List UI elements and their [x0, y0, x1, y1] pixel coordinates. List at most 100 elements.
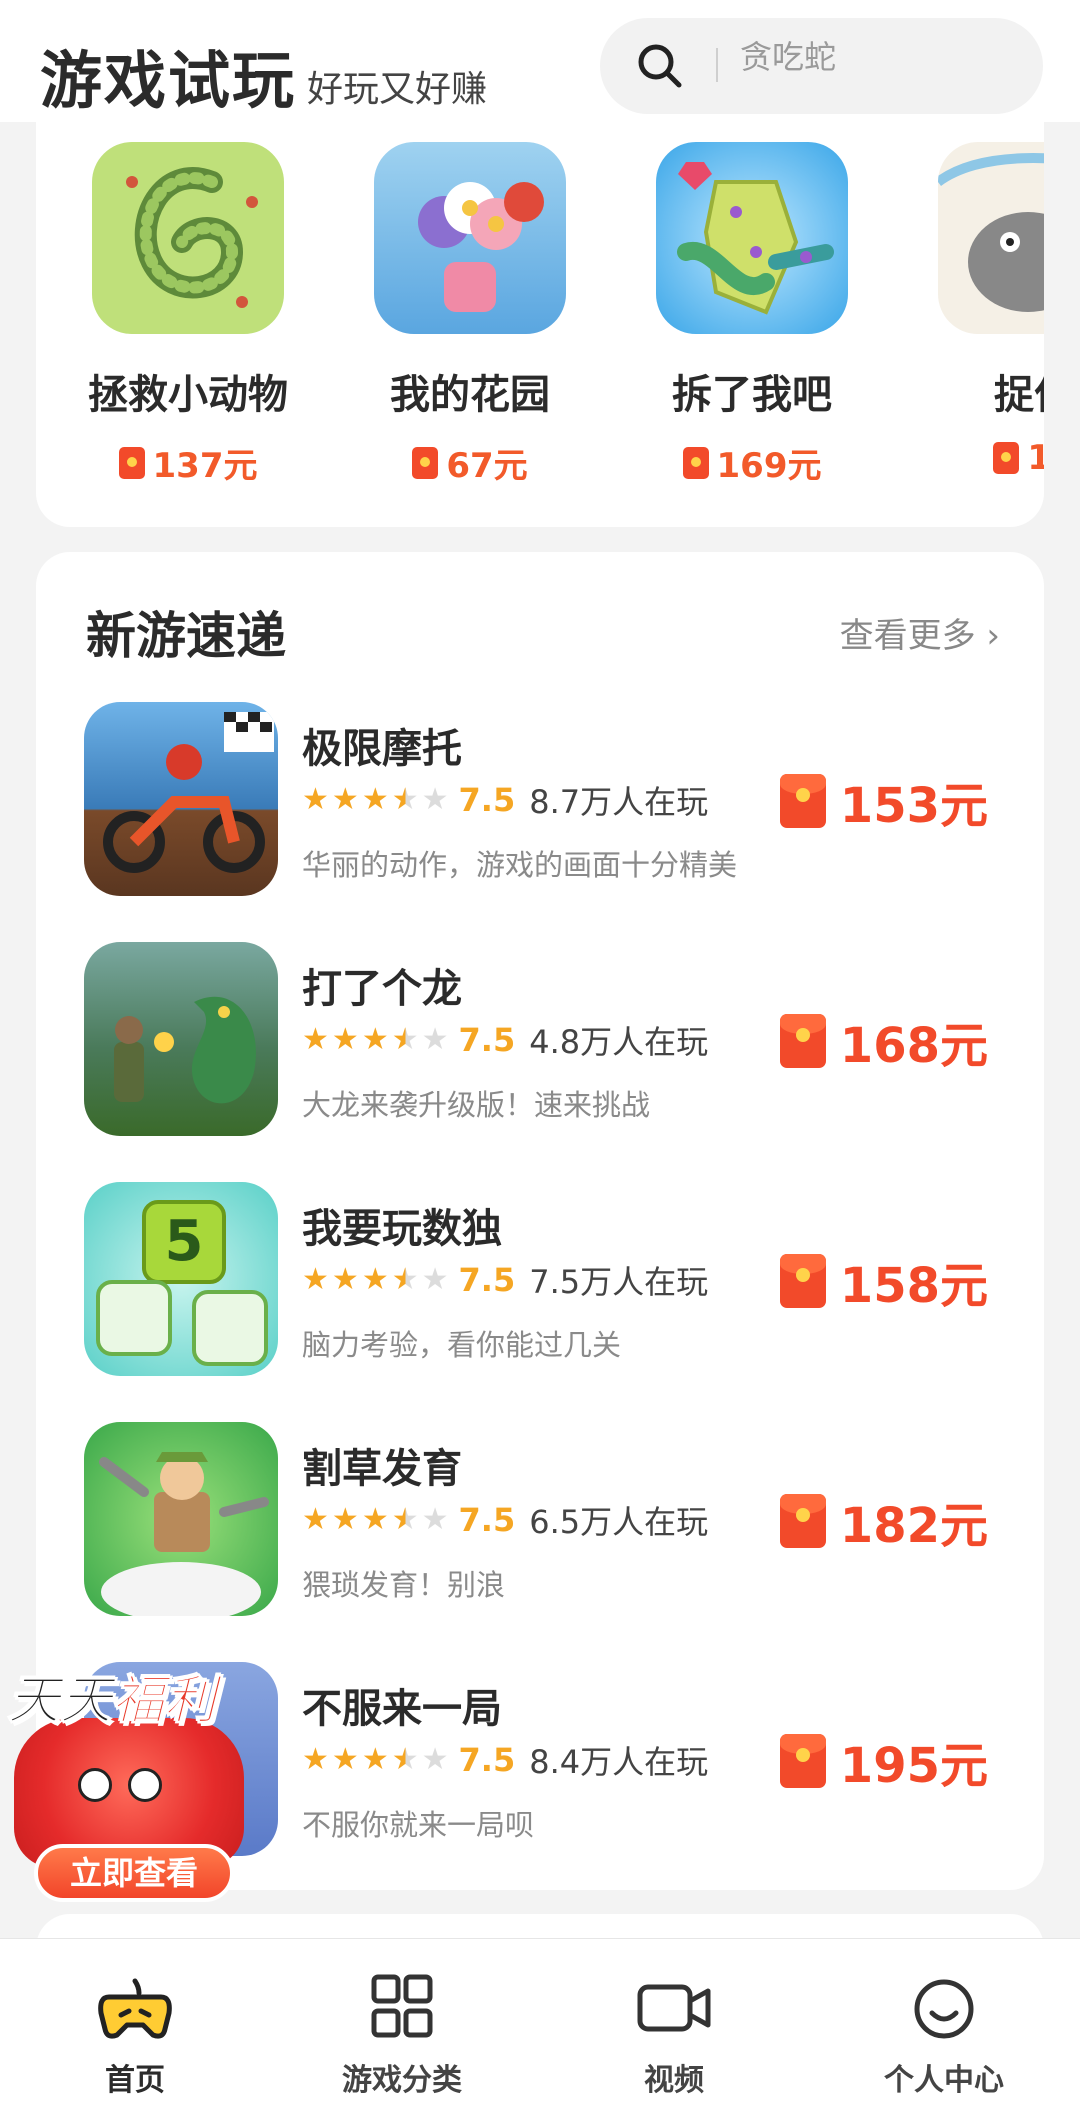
game-name: 我要玩数独 [302, 1206, 502, 1252]
featured-carousel[interactable]: 拯救小动物 137元 我的花园 67元 拆了我吧 169元 捉 1 [36, 122, 1044, 527]
game-score: 7.5 [458, 1501, 516, 1539]
search-placeholder: 贪吃蛇 [740, 38, 837, 76]
search-icon [638, 44, 682, 88]
mower-icon [84, 1422, 278, 1616]
nav-label: 游戏分类 [342, 2063, 462, 2098]
red-envelope-icon [993, 442, 1020, 474]
game-row[interactable]: 5 我要玩数独 ★ ★ ★ ★ ★ 7.5 7.5万人在玩 脑力考验，看你能过几关 15… [84, 1182, 996, 1378]
reward-amount: 153元 [839, 778, 988, 834]
game-row[interactable]: 极限摩托 ★ ★ ★ ★ ★ 7.5 8.7万人在玩 华丽的动作，游戏的画面十分精美 1… [84, 702, 996, 898]
game-meta: ★ ★ ★ ★ ★ 7.5 8.4万人在玩 [302, 1740, 709, 1781]
game-description: 不服你就来一局呗 [302, 1808, 535, 1842]
reward-button[interactable]: 158元 [779, 1246, 988, 1316]
game-score: 7.5 [458, 1741, 516, 1779]
svg-text:5: 5 [165, 1209, 204, 1274]
gamepad-icon [98, 1978, 172, 2039]
nav-label: 首页 [105, 2063, 165, 2098]
see-more-link[interactable]: 查看更多 › [840, 608, 1000, 657]
featured-item[interactable]: 拯救小动物 137元 [88, 142, 288, 487]
featured-name: 拯救小动物 [88, 372, 288, 418]
reward-amount: 195元 [839, 1738, 988, 1794]
game-name: 不服来一局 [302, 1686, 502, 1732]
daily-welfare-promo[interactable]: 天天福利 立即查看 [7, 1658, 248, 1908]
reward-button[interactable]: 182元 [779, 1486, 988, 1556]
view-now-button[interactable]: 立即查看 [34, 1844, 234, 1902]
game-row[interactable]: 割草发育 ★ ★ ★ ★ ★ 7.5 6.5万人在玩 猥琐发育！别浪 182元 [84, 1422, 996, 1618]
nav-categories[interactable]: 游戏分类 [302, 1973, 502, 2099]
smiley-icon [914, 1979, 974, 2039]
flower-icon [374, 142, 566, 334]
video-icon [637, 1984, 711, 2032]
red-envelope-icon [779, 1734, 826, 1788]
fish-icon [938, 142, 1044, 334]
section-title: 新游速递 [86, 607, 286, 665]
page-slogan: 好玩又好赚 [307, 69, 488, 110]
rating-stars: ★ ★ ★ ★ ★ [302, 1262, 449, 1297]
mascot-eye-icon [128, 1768, 162, 1802]
grid-icon [371, 1974, 433, 2038]
featured-item[interactable]: 拆了我吧 169元 [652, 142, 852, 487]
nav-profile[interactable]: 个人中心 [844, 1973, 1044, 2099]
red-envelope-icon [779, 774, 826, 828]
player-count: 4.8万人在玩 [529, 1023, 709, 1061]
search-divider [716, 48, 718, 82]
chevron-right-icon: › [986, 616, 1000, 656]
game-row[interactable]: 打了个龙 ★ ★ ★ ★ ★ 7.5 4.8万人在玩 大龙来袭升级版！速来挑战 168元 [84, 942, 996, 1138]
featured-name: 捉住 [994, 372, 1044, 418]
red-envelope-icon [779, 1014, 826, 1068]
featured-reward: 169元 [652, 438, 852, 487]
player-count: 8.4万人在玩 [529, 1743, 709, 1781]
game-name: 割草发育 [302, 1446, 462, 1492]
featured-name: 拆了我吧 [672, 372, 832, 418]
page-title: 游戏试玩 [40, 44, 297, 117]
game-description: 脑力考验，看你能过几关 [302, 1328, 622, 1362]
reward-button[interactable]: 168元 [779, 1006, 988, 1076]
sudoku-icon: 5 [84, 1182, 278, 1376]
featured-item[interactable]: 我的花园 67元 [370, 142, 570, 487]
rating-stars: ★ ★ ★ ★ ★ [302, 1022, 449, 1057]
game-description: 猥琐发育！别浪 [302, 1568, 506, 1602]
red-envelope-icon [118, 446, 145, 479]
game-description: 华丽的动作，游戏的画面十分精美 [302, 848, 738, 882]
bottom-navigation: 首页 游戏分类 视频 个人中心 [0, 1938, 1080, 2106]
motorbike-icon [84, 702, 278, 896]
nav-video[interactable]: 视频 [574, 1973, 774, 2099]
player-count: 6.5万人在玩 [529, 1503, 709, 1541]
red-envelope-icon [779, 1254, 826, 1308]
red-envelope-icon [779, 1494, 826, 1548]
game-score: 7.5 [458, 1021, 516, 1059]
rating-stars: ★ ★ ★ ★ ★ [302, 1502, 449, 1537]
reward-button[interactable]: 153元 [779, 766, 988, 836]
dragon-icon [84, 942, 278, 1136]
game-score: 7.5 [458, 781, 516, 819]
promo-title: 天天福利 [7, 1671, 217, 1732]
featured-name: 我的花园 [390, 372, 550, 418]
featured-item[interactable]: 捉住 16 [934, 142, 1044, 478]
game-name: 打了个龙 [302, 966, 462, 1012]
reward-amount: 158元 [839, 1258, 988, 1314]
rating-stars: ★ ★ ★ ★ ★ [302, 782, 449, 817]
player-count: 8.7万人在玩 [529, 783, 709, 821]
reward-button[interactable]: 195元 [779, 1726, 988, 1796]
game-meta: ★ ★ ★ ★ ★ 7.5 6.5万人在玩 [302, 1500, 709, 1541]
red-envelope-icon [682, 446, 709, 479]
game-meta: ★ ★ ★ ★ ★ 7.5 7.5万人在玩 [302, 1260, 708, 1301]
nav-label: 视频 [644, 2063, 704, 2098]
rating-stars: ★ ★ ★ ★ ★ [302, 1742, 449, 1777]
game-name: 极限摩托 [302, 726, 462, 772]
featured-reward: 16 [934, 438, 1044, 478]
reward-amount: 182元 [839, 1498, 988, 1554]
nav-home[interactable]: 首页 [35, 1973, 235, 2099]
game-description: 大龙来袭升级版！速来挑战 [302, 1088, 651, 1122]
game-score: 7.5 [458, 1261, 516, 1299]
reward-amount: 168元 [839, 1018, 988, 1074]
red-envelope-icon [412, 446, 439, 479]
screw-puzzle-icon [656, 142, 848, 334]
featured-reward: 137元 [88, 438, 288, 487]
game-meta: ★ ★ ★ ★ ★ 7.5 8.7万人在玩 [302, 780, 709, 821]
game-meta: ★ ★ ★ ★ ★ 7.5 4.8万人在玩 [302, 1020, 709, 1061]
top-header: 游戏试玩 好玩又好赚 贪吃蛇 [0, 0, 1080, 122]
featured-reward: 67元 [370, 438, 570, 487]
search-bar[interactable]: 贪吃蛇 [600, 18, 1043, 114]
snake-icon [92, 142, 284, 334]
